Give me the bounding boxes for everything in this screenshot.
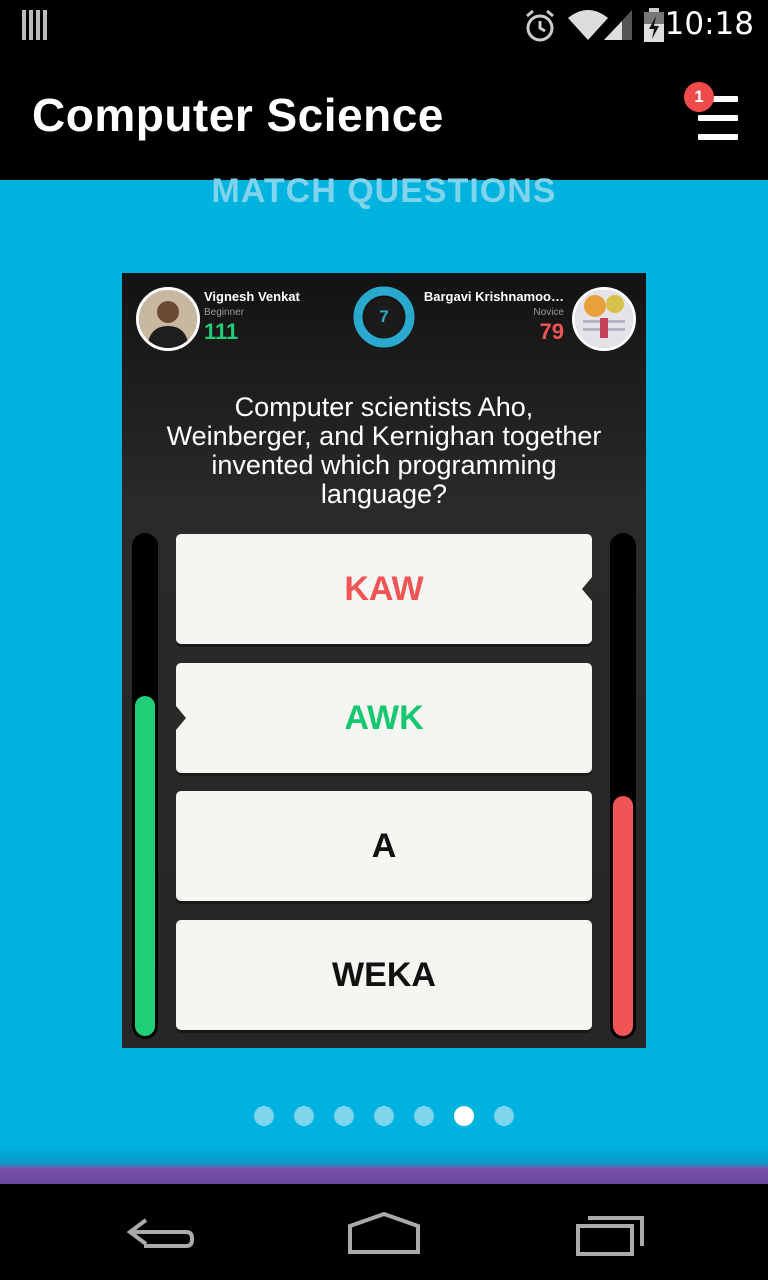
pagination-dot[interactable] [374,1106,394,1126]
recent-apps-icon[interactable] [572,1208,652,1258]
signal-icon [604,10,632,40]
section-heading: MATCH QUESTIONS [211,172,557,210]
match-preview-card[interactable]: Vignesh Venkat Beginner 111 7 Bargavi Kr… [122,273,646,1048]
player2-name: Bargavi Krishnamoo… [423,289,564,304]
page-title: Computer Science [32,89,444,141]
player1-score: 111 [204,319,239,344]
alarm-icon [526,9,554,42]
player2-level: Novice [533,307,564,318]
player1-progress-bar [132,533,158,1039]
pagination-dot[interactable] [254,1106,274,1126]
question-text: Computer scientists Aho, Weinberger, and… [166,392,602,509]
pagination-dots[interactable] [0,1106,768,1130]
player2-progress-bar [610,533,636,1039]
clock: 10:18 [664,6,754,42]
status-bar: 10:18 [0,0,768,52]
player1-name: Vignesh Venkat [204,289,300,304]
answer-option-4[interactable]: WEKA [176,920,592,1030]
navigation-bar [0,1184,768,1280]
player1-avatar [136,287,200,351]
pagination-dot[interactable] [494,1106,514,1126]
app-bar: Computer Science [0,52,768,180]
pagination-dot[interactable] [414,1106,434,1126]
timer-value: 7 [379,307,389,326]
answer-option-1[interactable]: KAW [176,534,592,644]
player-pointer-icon [176,706,186,730]
pagination-dot[interactable] [294,1106,314,1126]
pagination-dot[interactable] [334,1106,354,1126]
player2-score: 79 [539,319,564,344]
answer-option-2[interactable]: AWK [176,663,592,773]
player2-progress-fill [613,796,633,1036]
answer-option-3[interactable]: A [176,791,592,901]
home-icon[interactable] [344,1208,424,1258]
back-icon[interactable] [120,1208,200,1258]
notification-bars-icon [22,10,47,40]
notification-badge: 1 [684,82,714,112]
bottom-divider [0,1146,768,1184]
countdown-timer: 7 [352,285,416,349]
pagination-dot[interactable] [454,1106,474,1126]
wifi-icon [568,10,608,40]
player2-avatar [572,287,636,351]
opponent-pointer-icon [582,577,592,601]
player1-level: Beginner [204,307,245,318]
battery-charging-icon [644,8,664,42]
player1-progress-fill [135,696,155,1036]
